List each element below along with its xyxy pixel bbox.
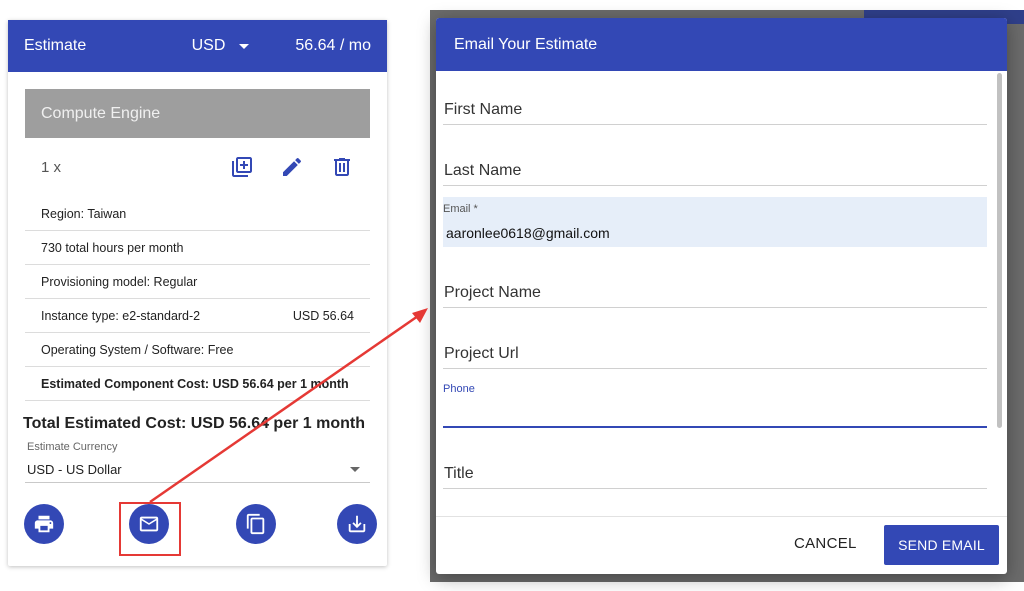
component-cost-line: Estimated Component Cost: USD 56.64 per … xyxy=(25,367,370,401)
project-url-field[interactable]: Project Url xyxy=(443,338,987,369)
phone-label: Phone xyxy=(443,383,475,395)
copy-icon xyxy=(246,513,265,535)
line-label: Provisioning model: Regular xyxy=(41,274,198,289)
line-label: Region: Taiwan xyxy=(41,206,127,221)
quantity: 1 x xyxy=(41,159,62,176)
line-item: Instance type: e2-standard-2 USD 56.64 xyxy=(25,299,370,333)
print-icon xyxy=(34,515,54,533)
line-label: 730 total hours per month xyxy=(41,240,184,255)
email-estimate-dialog: Email Your Estimate First Name Last Name… xyxy=(436,18,1007,574)
project-url-placeholder: Project Url xyxy=(444,345,519,362)
title-placeholder: Title xyxy=(444,465,474,482)
compute-engine-heading: Compute Engine xyxy=(25,89,370,138)
last-name-placeholder: Last Name xyxy=(444,162,522,179)
dialog-body: First Name Last Name Email * aaronlee061… xyxy=(436,71,1007,516)
currency-select-label: Estimate Currency xyxy=(27,441,118,453)
cancel-button[interactable]: CANCEL xyxy=(794,535,857,552)
email-field[interactable]: Email * aaronlee0618@gmail.com xyxy=(443,197,987,247)
email-value: aaronlee0618@gmail.com xyxy=(446,225,610,241)
currency-code: USD xyxy=(191,37,226,54)
dialog-footer: CANCEL SEND EMAIL xyxy=(436,516,1007,574)
line-item: Operating System / Software: Free xyxy=(25,333,370,367)
print-button[interactable] xyxy=(24,504,64,544)
first-name-placeholder: First Name xyxy=(444,101,523,118)
currency-select[interactable]: USD - US Dollar xyxy=(25,457,370,483)
estimate-card: Estimate USD 56.64 / mo Compute Engine 1… xyxy=(8,20,387,566)
add-to-queue-icon[interactable] xyxy=(230,155,254,179)
chevron-down-icon xyxy=(350,467,360,472)
download-button[interactable] xyxy=(337,504,377,544)
copy-button[interactable] xyxy=(236,504,276,544)
email-label: Email * xyxy=(443,203,478,215)
estimate-header: Estimate USD 56.64 / mo xyxy=(8,20,387,72)
line-value: USD 56.64 xyxy=(292,308,354,323)
first-name-field[interactable]: First Name xyxy=(443,94,987,125)
monthly-cost: 56.64 / mo xyxy=(295,37,371,54)
line-label: Estimated Component Cost: USD 56.64 per … xyxy=(41,376,349,391)
phone-field[interactable]: Phone xyxy=(443,380,987,428)
currency-select-value: USD - US Dollar xyxy=(27,462,122,477)
line-item: 730 total hours per month xyxy=(25,231,370,265)
estimate-title: Estimate xyxy=(24,37,87,54)
project-name-placeholder: Project Name xyxy=(444,284,541,301)
send-email-button[interactable]: SEND EMAIL xyxy=(884,525,999,565)
download-icon xyxy=(348,515,366,533)
chevron-down-icon xyxy=(239,43,250,49)
line-label: Operating System / Software: Free xyxy=(41,342,234,357)
action-buttons xyxy=(24,504,377,544)
edit-pencil-icon[interactable] xyxy=(280,155,304,179)
project-name-field[interactable]: Project Name xyxy=(443,277,987,308)
currency-dropdown[interactable]: USD xyxy=(192,37,250,55)
total-estimated-cost: Total Estimated Cost: USD 56.64 per 1 mo… xyxy=(23,415,365,432)
dialog-title: Email Your Estimate xyxy=(436,18,1007,71)
line-label: Instance type: e2-standard-2 xyxy=(41,308,201,323)
quantity-row: 1 x xyxy=(25,138,370,197)
line-item: Provisioning model: Regular xyxy=(25,265,370,299)
last-name-field[interactable]: Last Name xyxy=(443,155,987,186)
delete-icon[interactable] xyxy=(330,155,354,179)
line-item: Region: Taiwan xyxy=(25,197,370,231)
email-button-highlight xyxy=(119,502,181,556)
title-field[interactable]: Title xyxy=(443,458,987,489)
dialog-scrollbar[interactable] xyxy=(997,73,1002,428)
